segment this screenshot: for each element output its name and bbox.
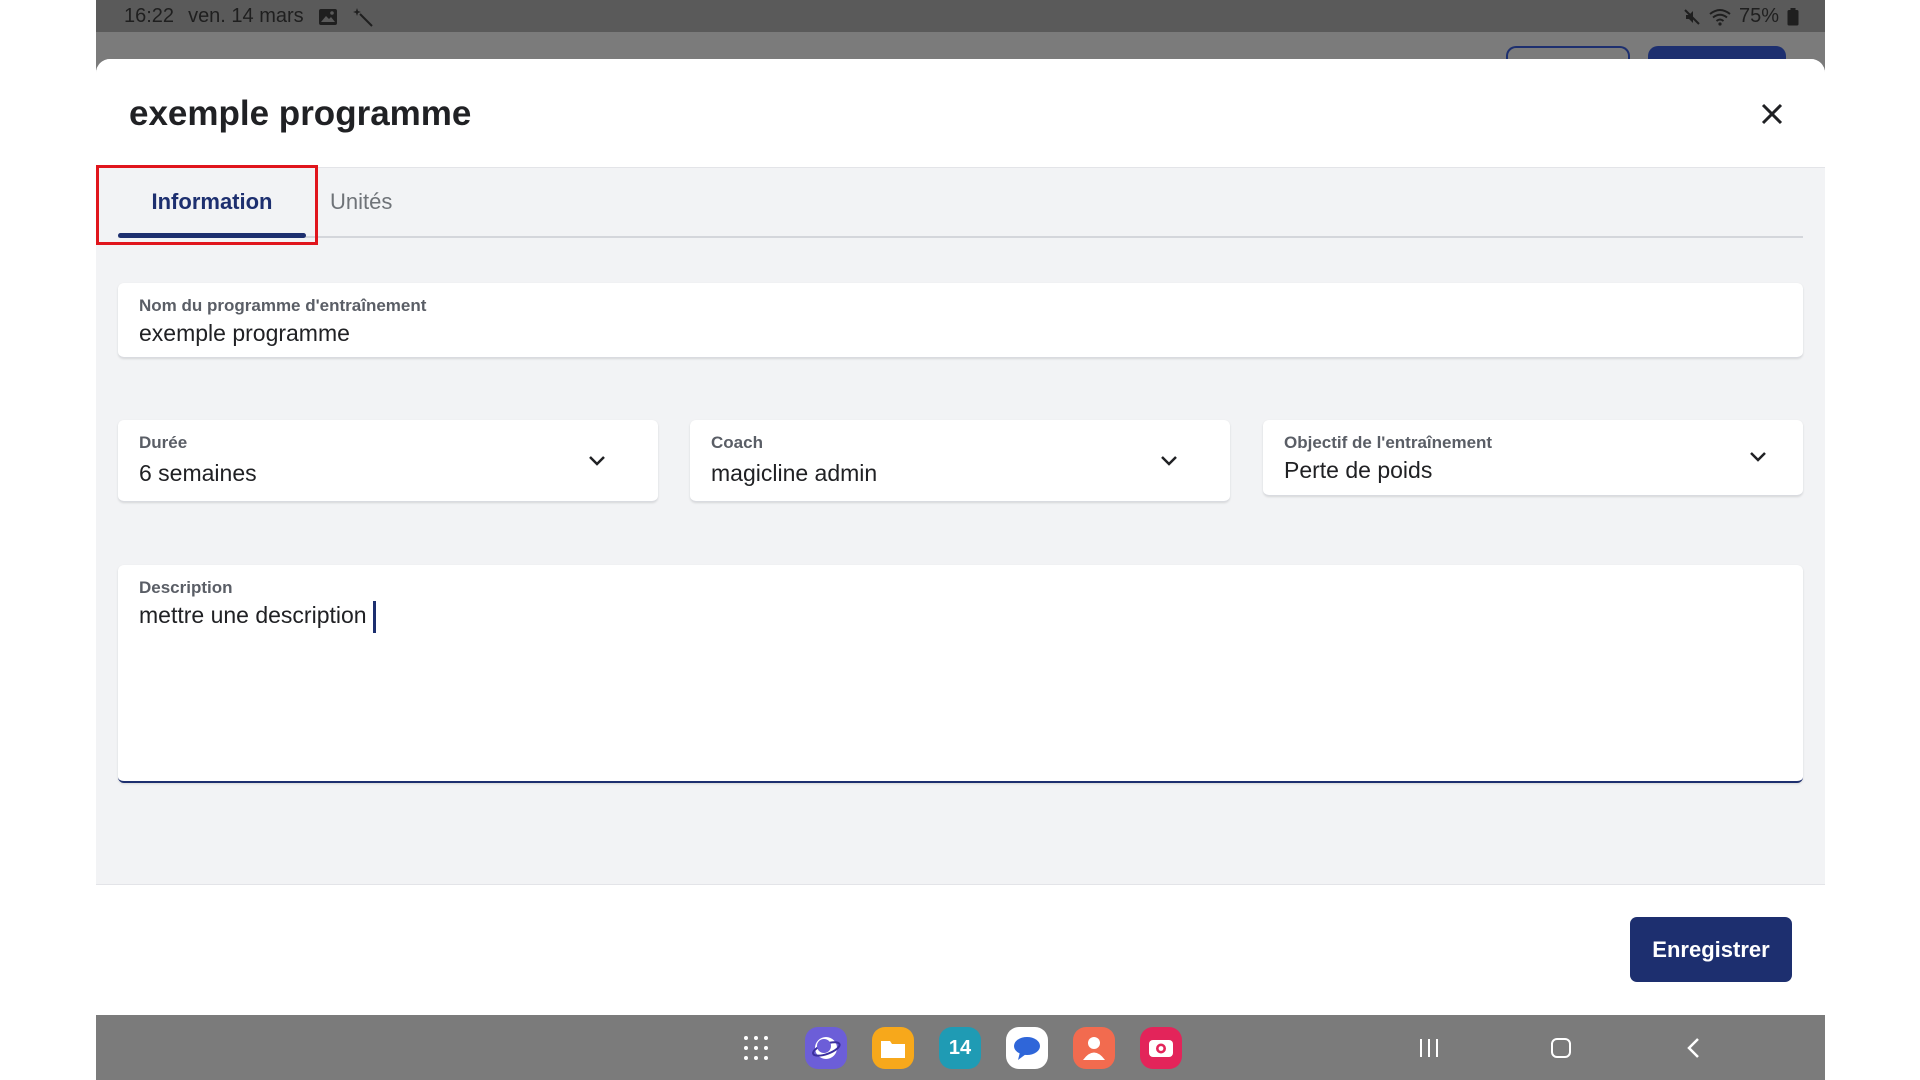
status-date: ven. 14 mars [188, 5, 304, 27]
goal-select[interactable]: Objectif de l'entraînement Perte de poid… [1263, 420, 1803, 496]
modal-footer: Enregistrer [96, 884, 1825, 1015]
coach-value: magicline admin [711, 460, 878, 486]
messages-app-icon[interactable] [1006, 1027, 1048, 1069]
chevron-down-icon [1158, 450, 1180, 472]
battery-icon [1787, 7, 1799, 26]
tab-unites-label: Unités [330, 188, 393, 214]
close-button[interactable] [1757, 99, 1787, 129]
duration-value: 6 semaines [139, 460, 257, 486]
navigation-bar: 14 [96, 1015, 1825, 1080]
home-icon [1551, 1038, 1571, 1058]
gallery-notification-icon [318, 7, 338, 27]
magic-wand-icon [352, 6, 374, 28]
tab-bar: Information Unités [118, 167, 1803, 238]
highlight-annotation [96, 165, 318, 245]
app-grid-icon[interactable] [735, 1027, 777, 1069]
goal-value: Perte de poids [1284, 457, 1433, 483]
program-name-value: exemple programme [139, 320, 350, 346]
status-bar: 16:22 ven. 14 mars 75% [96, 0, 1825, 32]
description-label: Description [139, 578, 233, 597]
mute-icon [1683, 8, 1701, 26]
modal-title: exemple programme [129, 94, 472, 133]
tab-unites[interactable]: Unités [330, 167, 392, 236]
chevron-down-icon [1747, 446, 1769, 468]
goal-label: Objectif de l'entraînement [1284, 433, 1493, 452]
coach-select[interactable]: Coach magicline admin [690, 420, 1230, 502]
battery-percent: 75% [1738, 5, 1779, 27]
back-button[interactable] [1676, 1031, 1710, 1065]
modal-header: exemple programme [96, 59, 1825, 168]
calendar-app-icon[interactable]: 14 [939, 1027, 981, 1069]
recent-apps-button[interactable] [1412, 1031, 1446, 1065]
program-name-field[interactable]: Nom du programme d'entraînement exemple … [118, 283, 1803, 358]
calendar-day: 14 [948, 1036, 972, 1059]
program-modal: exemple programme Information Unités Nom… [96, 59, 1825, 1015]
wifi-icon [1709, 8, 1731, 26]
duration-select[interactable]: Durée 6 semaines [118, 420, 658, 502]
close-icon [1761, 103, 1783, 125]
recents-icon [1420, 1039, 1438, 1057]
duration-label: Durée [139, 433, 188, 452]
back-icon [1687, 1038, 1699, 1058]
device-screen: 16:22 ven. 14 mars 75% exemple programme… [96, 0, 1825, 1080]
description-value: mettre une description [139, 602, 367, 629]
program-name-label: Nom du programme d'entraînement [139, 296, 427, 315]
contacts-app-icon[interactable] [1073, 1027, 1115, 1069]
internet-app-icon[interactable] [805, 1027, 847, 1069]
save-button[interactable]: Enregistrer [1630, 917, 1792, 982]
screen-recorder-app-icon[interactable] [1140, 1027, 1182, 1069]
home-button[interactable] [1544, 1031, 1578, 1065]
text-cursor [372, 601, 376, 633]
files-app-icon[interactable] [872, 1027, 914, 1069]
coach-label: Coach [711, 433, 763, 452]
description-textarea[interactable]: Description mettre une description [118, 565, 1803, 783]
status-time: 16:22 [124, 5, 175, 27]
chevron-down-icon [586, 450, 608, 472]
